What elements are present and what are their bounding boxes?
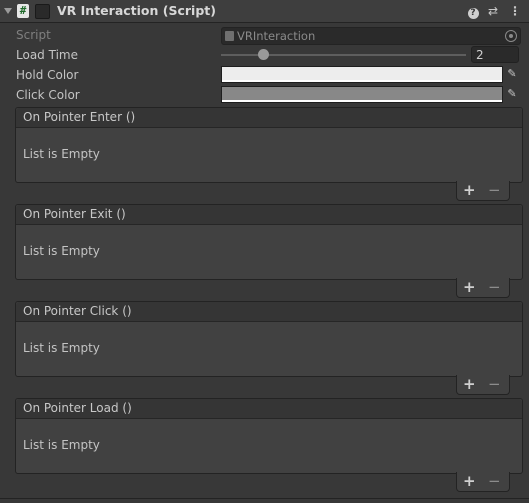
- script-file-icon: [225, 31, 234, 41]
- event-title: On Pointer Click (): [23, 304, 132, 318]
- click-color-alpha-bar: [222, 100, 502, 102]
- script-value: VRInteraction: [237, 29, 316, 43]
- script-icon: #: [17, 4, 29, 18]
- hold-color-alpha-bar: [222, 80, 502, 82]
- component-title: VR Interaction (Script): [57, 3, 216, 18]
- add-element-button[interactable]: +: [463, 375, 476, 393]
- help-glyph: ?: [467, 8, 479, 19]
- remove-element-button[interactable]: −: [488, 181, 501, 199]
- script-label: Script: [16, 28, 51, 42]
- event-on-pointer-click: On Pointer Click () List is Empty: [15, 301, 523, 377]
- foldout-arrow-icon[interactable]: [4, 8, 12, 14]
- remove-element-button[interactable]: −: [488, 278, 501, 296]
- load-time-label: Load Time: [16, 48, 78, 62]
- hold-color-label: Hold Color: [16, 68, 79, 82]
- event-header: On Pointer Load (): [16, 399, 522, 419]
- add-element-button[interactable]: +: [463, 472, 476, 490]
- add-element-button[interactable]: +: [463, 278, 476, 296]
- more-options-icon[interactable]: ⋮: [508, 4, 522, 18]
- list-empty-text: List is Empty: [23, 341, 100, 355]
- presets-icon[interactable]: ⇄: [486, 4, 500, 18]
- component-header[interactable]: # VR Interaction (Script) ? ⇄ ⋮: [0, 0, 529, 23]
- load-time-input[interactable]: 2: [471, 46, 519, 63]
- object-picker-icon[interactable]: [505, 30, 517, 42]
- event-title: On Pointer Exit (): [23, 207, 126, 221]
- list-footer: + −: [456, 181, 510, 201]
- click-color-field[interactable]: [221, 86, 503, 103]
- script-object-field[interactable]: VRInteraction: [221, 27, 521, 45]
- list-footer: + −: [456, 375, 510, 395]
- event-on-pointer-exit: On Pointer Exit () List is Empty: [15, 204, 523, 280]
- add-element-button[interactable]: +: [463, 181, 476, 199]
- event-on-pointer-load: On Pointer Load () List is Empty: [15, 398, 523, 474]
- enabled-checkbox[interactable]: [35, 4, 50, 19]
- help-icon[interactable]: ?: [466, 4, 480, 19]
- event-on-pointer-enter: On Pointer Enter () List is Empty: [15, 107, 523, 183]
- list-empty-text: List is Empty: [23, 438, 100, 452]
- event-header: On Pointer Click (): [16, 302, 522, 322]
- list-footer: + −: [456, 472, 510, 492]
- event-header: On Pointer Enter (): [16, 108, 522, 128]
- click-color-label: Click Color: [16, 88, 80, 102]
- bottom-divider: [0, 498, 529, 499]
- list-footer: + −: [456, 278, 510, 298]
- remove-element-button[interactable]: −: [488, 472, 501, 490]
- list-empty-text: List is Empty: [23, 244, 100, 258]
- hold-color-field[interactable]: [221, 66, 503, 83]
- list-empty-text: List is Empty: [23, 147, 100, 161]
- eyedropper-icon[interactable]: ✎: [505, 67, 519, 81]
- load-time-slider-thumb[interactable]: [258, 49, 269, 60]
- remove-element-button[interactable]: −: [488, 375, 501, 393]
- event-title: On Pointer Load (): [23, 401, 132, 415]
- eyedropper-icon[interactable]: ✎: [505, 87, 519, 101]
- event-title: On Pointer Enter (): [23, 110, 136, 124]
- event-header: On Pointer Exit (): [16, 205, 522, 225]
